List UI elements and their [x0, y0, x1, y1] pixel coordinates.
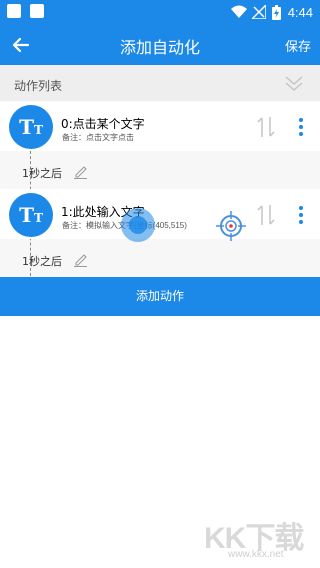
action-list: TT 0:点击某个文字 备注：点击文字点击 1秒之后 TT 1:此处输入文字 备… [0, 101, 320, 277]
action-item[interactable]: TT 0:点击某个文字 备注：点击文字点击 [0, 101, 320, 151]
watermark-logo: KK下载 www.kkx.net [204, 513, 314, 565]
app-bar: 添加自动化 保存 [0, 25, 320, 65]
crosshair-target-icon[interactable] [216, 211, 246, 241]
reorder-icon[interactable] [256, 203, 276, 227]
notification-icon [30, 4, 44, 18]
watermark-url: www.kkx.net [228, 549, 284, 560]
action-title: 0:点击某个文字 [61, 117, 145, 131]
action-note: 备注：点击文字点击 [62, 133, 134, 142]
reorder-icon[interactable] [256, 115, 276, 139]
notification-icon [7, 4, 21, 18]
delay-label: 1秒之后 [22, 167, 62, 180]
action-item[interactable]: TT 1:此处输入文字 备注：模拟输入文字(坐标(405,515) [0, 189, 320, 239]
more-options-icon[interactable] [296, 203, 306, 227]
section-title: 动作列表 [14, 79, 63, 93]
battery-icon [272, 5, 281, 20]
signal-icon [252, 5, 266, 19]
add-action-button[interactable]: 添加动作 [0, 277, 320, 316]
text-action-avatar: TT [9, 193, 53, 237]
wifi-icon [231, 5, 247, 18]
more-options-icon[interactable] [296, 115, 306, 139]
collapse-chevron-icon[interactable] [284, 73, 304, 93]
edit-delay-icon[interactable] [73, 164, 88, 179]
save-button[interactable]: 保存 [285, 36, 311, 55]
action-list-header: 动作列表 [0, 65, 320, 101]
touch-indicator[interactable] [121, 208, 155, 242]
clock: 4:44 [287, 5, 313, 20]
edit-delay-icon[interactable] [73, 252, 88, 267]
delay-label: 1秒之后 [22, 255, 62, 268]
status-bar: 4:44 [0, 0, 320, 25]
page-title: 添加自动化 [119, 38, 200, 57]
text-action-avatar: TT [9, 105, 53, 149]
